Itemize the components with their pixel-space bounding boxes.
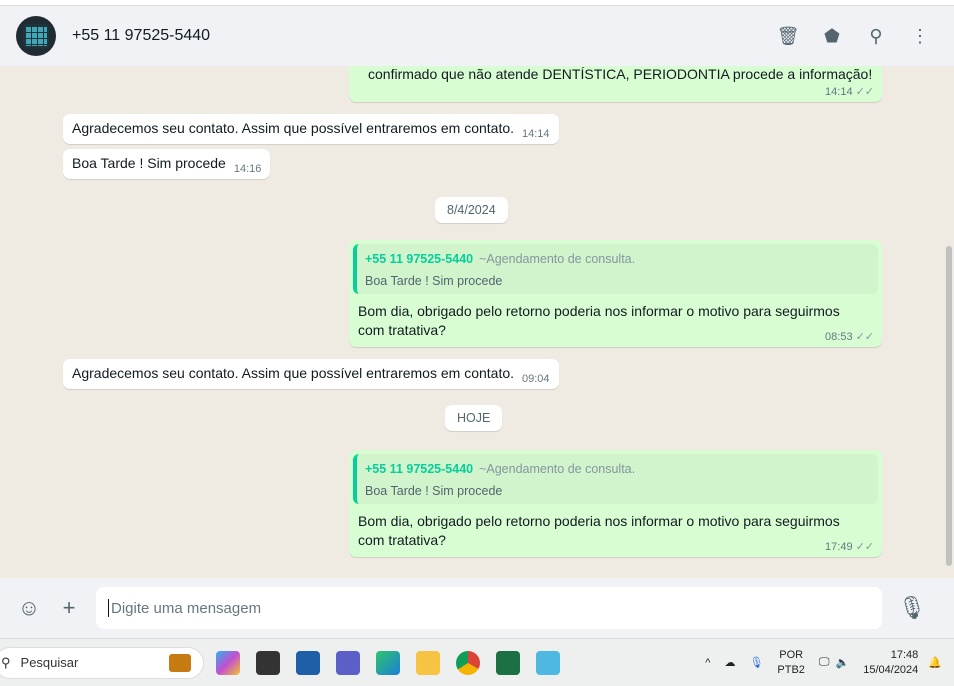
- date-separator: HOJE: [445, 405, 503, 431]
- message-text: Agradecemos seu contato. Assim que possí…: [72, 365, 515, 381]
- message-time: 09:04: [522, 373, 550, 385]
- briefcase-icon: [169, 653, 191, 672]
- scrollbar[interactable]: [946, 246, 952, 566]
- message-out: +55 11 97525-5440 ~Agendamento de consult…: [349, 240, 882, 347]
- network-icon[interactable]: 🖵: [819, 656, 830, 669]
- emoji-icon[interactable]: ☺: [16, 595, 42, 621]
- task-view-icon[interactable]: [256, 650, 280, 675]
- language-indicator[interactable]: POR PTB2: [777, 648, 805, 678]
- store-icon[interactable]: [296, 650, 320, 675]
- file-explorer-icon[interactable]: [416, 650, 440, 675]
- excel-icon[interactable]: [496, 650, 520, 675]
- message-text: confirmado que não atende DENTÍSTICA, PE…: [368, 66, 873, 82]
- message-text: Boa Tarde ! Sim procede: [72, 155, 226, 171]
- clock[interactable]: 17:48 15/04/2024: [863, 648, 918, 678]
- quoted-message[interactable]: +55 11 97525-5440 ~Agendamento de consult…: [353, 454, 878, 504]
- chat-area: confirmado que não atende DENTÍSTICA, PE…: [0, 66, 954, 578]
- chat-header: +55 11 97525-5440 🗑 ⬟ ⚲ ⋮: [0, 6, 954, 66]
- message-in: Agradecemos seu contato. Assim que possí…: [63, 114, 559, 144]
- contact-avatar[interactable]: [16, 16, 56, 56]
- quote-group: ~Agendamento de consulta.: [479, 252, 636, 266]
- chevron-up-icon[interactable]: ^: [705, 657, 710, 669]
- message-text: Bom dia, obrigado pelo retorno poderia n…: [358, 513, 840, 548]
- edge-icon[interactable]: [376, 650, 400, 675]
- message-out: +55 11 97525-5440 ~Agendamento de consult…: [349, 450, 882, 557]
- quote-author: +55 11 97525-5440: [365, 252, 474, 266]
- notification-bell-icon[interactable]: 🔔: [928, 656, 942, 669]
- taskbar-search[interactable]: ⚲ Pesquisar: [0, 646, 204, 679]
- message-time: 08:53 ✓✓: [825, 331, 874, 343]
- attach-icon[interactable]: +: [56, 595, 82, 621]
- contact-name[interactable]: +55 11 97525-5440: [72, 27, 210, 45]
- quote-text: Boa Tarde ! Sim procede: [365, 274, 503, 288]
- chrome-icon[interactable]: [456, 650, 480, 675]
- date-separator: 8/4/2024: [435, 197, 508, 223]
- message-input[interactable]: Digite uma mensagem: [96, 587, 882, 629]
- quote-author: +55 11 97525-5440: [365, 462, 474, 476]
- label-icon[interactable]: ⬟: [822, 26, 842, 46]
- volume-icon[interactable]: 🔈: [836, 656, 850, 669]
- message-time: 14:16: [233, 163, 262, 175]
- menu-icon[interactable]: ⋮: [910, 26, 930, 46]
- message-time: 17:49 ✓✓: [825, 541, 874, 553]
- teams-icon[interactable]: [336, 650, 360, 675]
- search-icon[interactable]: ⚲: [866, 26, 886, 46]
- delete-icon[interactable]: 🗑: [777, 26, 800, 46]
- search-placeholder: Pesquisar: [20, 655, 79, 670]
- message-text: Agradecemos seu contato. Assim que possí…: [72, 120, 515, 136]
- message-time: 14:14: [522, 128, 550, 140]
- message-placeholder: Digite uma mensagem: [111, 599, 262, 617]
- notepad-icon[interactable]: [536, 650, 560, 675]
- message-in: Boa Tarde ! Sim procede 14:16: [63, 149, 271, 179]
- taskbar: ⚲ Pesquisar ^ ☁ 🎙 POR PTB2 🖵 🔈 17:48 15/04/…: [0, 638, 954, 686]
- message-text: Bom dia, obrigado pelo retorno poderia n…: [358, 303, 840, 338]
- quote-text: Boa Tarde ! Sim procede: [365, 484, 503, 498]
- microphone-icon[interactable]: 🎙: [749, 656, 763, 669]
- quote-group: ~Agendamento de consulta.: [479, 462, 636, 476]
- message-out: confirmado que não atende DENTÍSTICA, PE…: [349, 66, 882, 102]
- calendar-icon: [23, 24, 49, 48]
- quoted-message[interactable]: +55 11 97525-5440 ~Agendamento de consult…: [353, 244, 878, 294]
- message-in: Agradecemos seu contato. Assim que possí…: [63, 359, 559, 389]
- microphone-icon[interactable]: 🎙: [898, 595, 926, 621]
- composer: ☺ + Digite uma mensagem 🎙: [0, 578, 954, 638]
- search-icon: ⚲: [1, 654, 11, 670]
- message-time: 14:14 ✓✓: [825, 86, 874, 98]
- onedrive-icon[interactable]: ☁: [724, 656, 735, 669]
- copilot-icon[interactable]: [216, 650, 240, 675]
